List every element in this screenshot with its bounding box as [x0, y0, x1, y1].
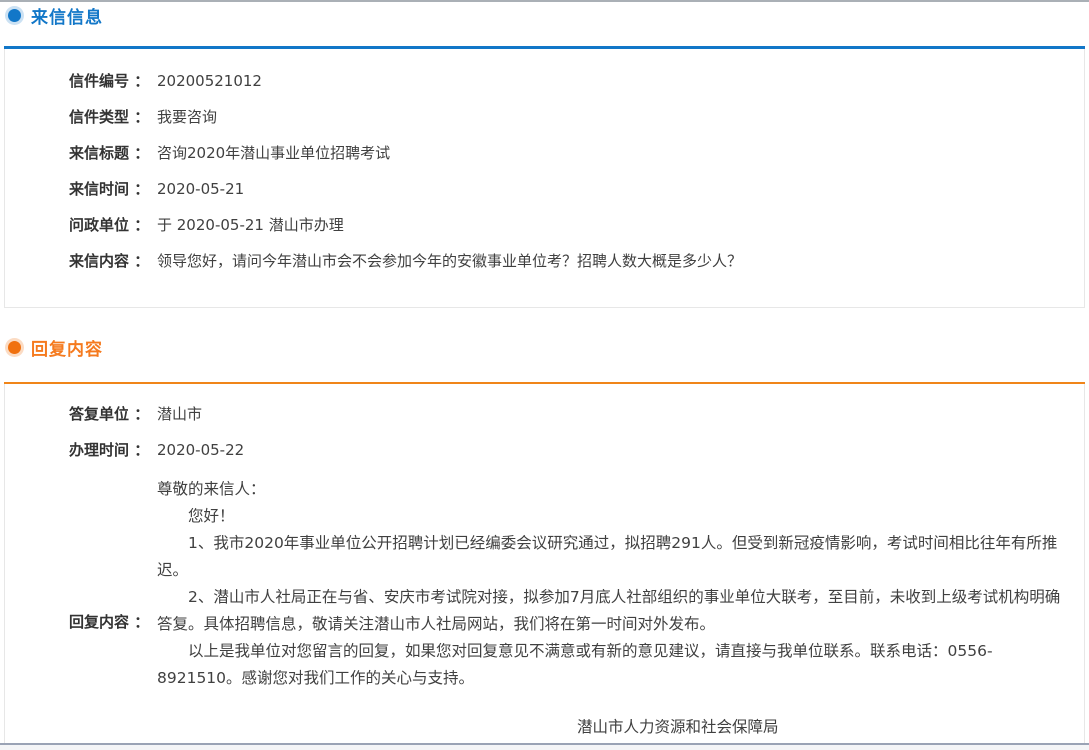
reply-section-title: 回复内容	[31, 335, 103, 360]
reply-paragraph: 尊敬的来信人：	[157, 476, 1072, 503]
field-value: 潜山市	[157, 404, 1084, 424]
reply-paragraph: 您好！	[157, 503, 1072, 530]
field-label: 信件编号 ：	[69, 71, 157, 91]
field-value: 领导您好，请问今年潜山市会不会参加今年的安徽事业单位考？招聘人数大概是多少人？	[157, 251, 1084, 271]
field-value: 2020-05-22	[157, 440, 1084, 460]
letter-section: 来信信息 信件编号 ： 20200521012 信件类型 ： 我要咨询 来信标题…	[0, 4, 1089, 308]
field-label: 来信内容 ：	[69, 251, 157, 271]
reply-section: 回复内容 答复单位 ： 潜山市 办理时间 ： 2020-05-22 回复内容 ：…	[0, 336, 1089, 750]
field-label: 来信标题 ：	[69, 143, 157, 163]
top-divider	[0, 0, 1089, 2]
letter-section-header: 来信信息	[0, 4, 1089, 26]
reply-info-box: 答复单位 ： 潜山市 办理时间 ： 2020-05-22 回复内容 ： 尊敬的来…	[4, 384, 1085, 750]
reply-section-header: 回复内容	[0, 336, 1089, 358]
field-row-letter-content: 来信内容 ： 领导您好，请问今年潜山市会不会参加今年的安徽事业单位考？招聘人数大…	[69, 251, 1084, 271]
field-row-letter-time: 来信时间 ： 2020-05-21	[69, 179, 1084, 199]
field-row-letter-type: 信件类型 ： 我要咨询	[69, 107, 1084, 127]
field-row-reply-unit: 答复单位 ： 潜山市	[69, 404, 1084, 424]
field-label: 回复内容 ：	[69, 612, 157, 632]
field-value: 咨询2020年潜山事业单位招聘考试	[157, 143, 1084, 163]
field-row-letter-number: 信件编号 ： 20200521012	[69, 71, 1084, 91]
orange-bullet-icon	[8, 341, 21, 354]
field-value: 2020-05-21	[157, 179, 1084, 199]
field-row-reply-content: 回复内容 ： 尊敬的来信人： 您好！ 1、我市2020年事业单位公开招聘计划已经…	[69, 476, 1084, 750]
field-value: 我要咨询	[157, 107, 1084, 127]
reply-paragraph: 1、我市2020年事业单位公开招聘计划已经编委会议研究通过，拟招聘291人。但受…	[157, 530, 1072, 584]
letter-info-box: 信件编号 ： 20200521012 信件类型 ： 我要咨询 来信标题 ： 咨询…	[4, 49, 1085, 308]
field-label: 来信时间 ：	[69, 179, 157, 199]
reply-paragraph: 2、潜山市人社局正在与省、安庆市考试院对接，拟参加7月底人社部组织的事业单位大联…	[157, 584, 1072, 638]
field-row-letter-title: 来信标题 ： 咨询2020年潜山事业单位招聘考试	[69, 143, 1084, 163]
signature-org: 潜山市人力资源和社会保障局	[577, 714, 779, 741]
reply-content-text: 尊敬的来信人： 您好！ 1、我市2020年事业单位公开招聘计划已经编委会议研究通…	[157, 476, 1072, 750]
field-label: 信件类型 ：	[69, 107, 157, 127]
field-row-handling-unit: 问政单位 ： 于 2020-05-21 潜山市办理	[69, 215, 1084, 235]
field-label: 答复单位 ：	[69, 404, 157, 424]
field-value: 于 2020-05-21 潜山市办理	[157, 215, 1084, 235]
field-row-handle-time: 办理时间 ： 2020-05-22	[69, 440, 1084, 460]
reply-paragraph: 以上是我单位对您留言的回复，如果您对回复意见不满意或有新的意见建议，请直接与我单…	[157, 638, 1072, 692]
field-label: 问政单位 ：	[69, 215, 157, 235]
footer-area	[0, 745, 1089, 750]
field-label: 办理时间 ：	[69, 440, 157, 460]
field-value: 20200521012	[157, 71, 1084, 91]
blue-bullet-icon	[8, 9, 21, 22]
letter-section-title: 来信信息	[31, 3, 103, 28]
